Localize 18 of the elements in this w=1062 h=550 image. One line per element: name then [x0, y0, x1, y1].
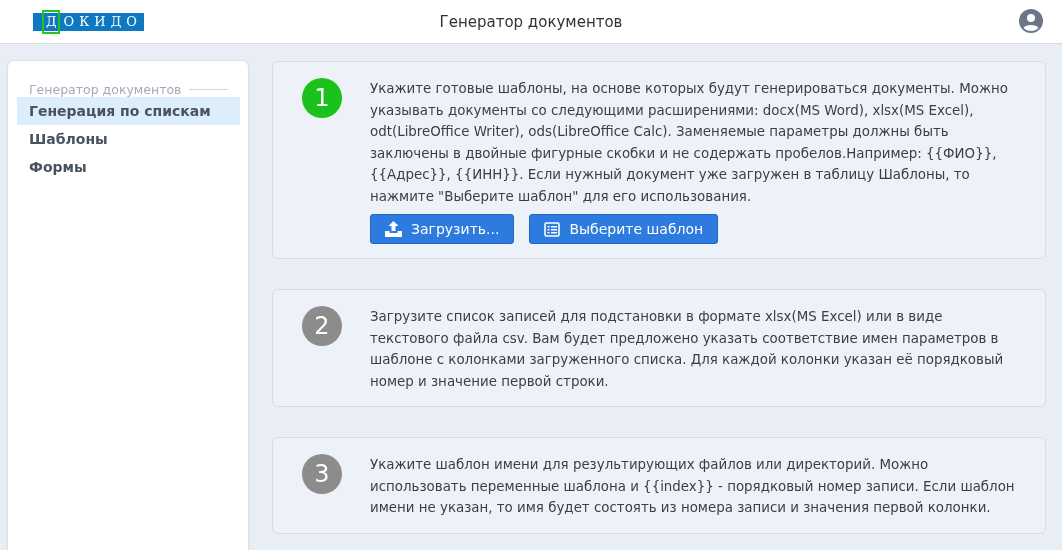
sidebar-item[interactable]: Формы [17, 153, 240, 181]
page-title: Генератор документов [439, 12, 623, 31]
step-description: Укажите готовые шаблоны, на основе которых будут генерироваться документы. Можно указывать документы со следующими расширениями: docx(MS Word), xlsx(MS Excel), odt(LibreOffice Writer), ods(LibreOffice Calc). Заменяемые параметры должны быть заключены в двойные фигурные скобки и не содержать пробелов.Например: {{ФИО}}, {{Адрес}}, {{ИНН}}. Если нужный документ уже загружен в таблицу Шаблоны, то нажмите "Выберите шаблон" для его использования. [370, 80, 1009, 206]
list-icon [544, 221, 561, 237]
upload-icon [385, 221, 402, 237]
select-template-button[interactable]: Выберите шаблон [529, 214, 719, 244]
sidebar-item[interactable]: Шаблоны [17, 125, 240, 153]
logo-text: ОКИДО [63, 14, 142, 29]
step-description: Загрузите список записей для подстановки в формате xlsx(MS Excel) или в виде текстового файла csv. Вам будет предложено указать соответствие имен параметров в шаблоне с колонками загруженного списка. Для каждой колонки указан её порядковый номер и значение первой строки. [370, 308, 1005, 391]
step-description: Укажите шаблон имени для результирующих файлов или директорий. Можно использовать переменные шаблона и {{index}} - порядковый номер записи. Если шаблон имени не указан, то имя будет состоять из номера записи и значения первой колонки. [370, 456, 1016, 517]
step-number: 2 [302, 306, 342, 346]
user-avatar-icon[interactable] [1019, 9, 1043, 33]
sidebar-item[interactable]: Генерация по спискам [17, 97, 240, 125]
step-number: 1 [302, 78, 342, 118]
logo-letter: Д [42, 9, 60, 34]
step-number: 3 [302, 454, 342, 494]
section-title: Генератор документов [29, 82, 182, 97]
upload-button[interactable]: Загрузить... [370, 214, 515, 244]
